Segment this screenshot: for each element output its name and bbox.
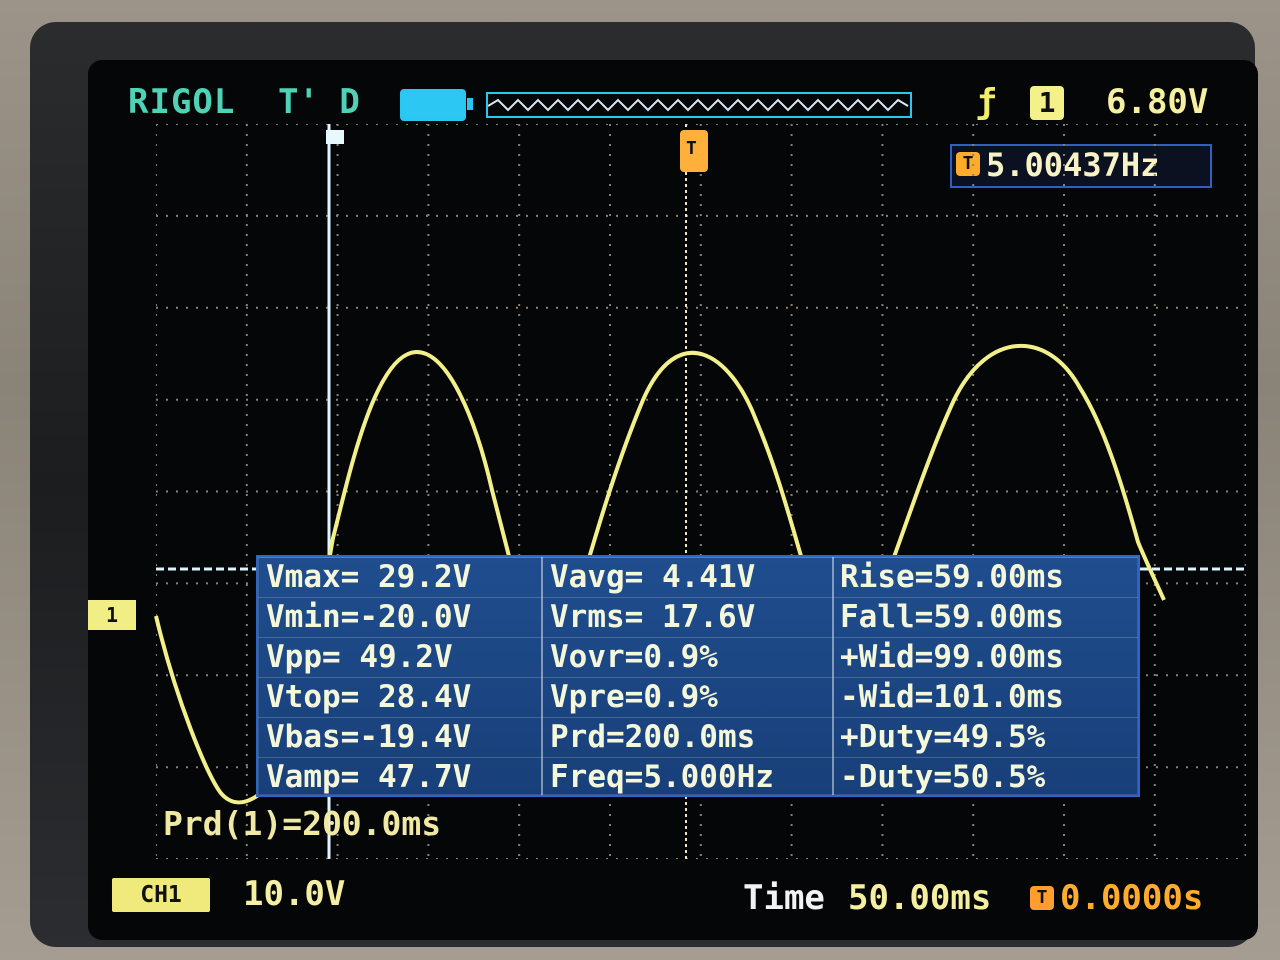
measurement-row: Vpp= 49.2V Vovr=0.9% +Wid=99.00ms <box>258 637 1138 676</box>
measurement-row: Vmax= 29.2V Vavg= 4.41V Rise=59.00ms <box>258 557 1138 596</box>
period-readout: Prd(1)=200.0ms <box>163 804 442 843</box>
measurement-cell: +Duty=49.5% <box>840 719 1046 755</box>
measurement-row: Vmin=-20.0V Vrms= 17.6V Fall=59.00ms <box>258 597 1138 636</box>
measurement-cell: Freq=5.000Hz <box>550 759 774 795</box>
measurement-cell: Vamp= 47.7V <box>266 759 472 795</box>
measurement-cell: Vpre=0.9% <box>550 679 718 715</box>
time-base-label: Time <box>743 878 825 918</box>
measurement-cell: Vrms= 17.6V <box>550 599 756 635</box>
measurement-cell: Vmin=-20.0V <box>266 599 472 635</box>
measurement-cell: Prd=200.0ms <box>550 719 756 755</box>
measurement-cell: Vbas=-19.4V <box>266 719 472 755</box>
volts-per-division: 10.0V <box>243 874 346 914</box>
measurement-cell: Vavg= 4.41V <box>550 559 756 595</box>
measurement-cell: Vtop= 28.4V <box>266 679 472 715</box>
measurement-row: Vtop= 28.4V Vpre=0.9% -Wid=101.0ms <box>258 677 1138 716</box>
cursor-marker <box>326 130 344 144</box>
trigger-position: 0.0000s <box>1060 878 1204 918</box>
measurement-cell: Vpp= 49.2V <box>266 639 453 675</box>
measurement-cell: Vmax= 29.2V <box>266 559 472 595</box>
measurement-cell: -Wid=101.0ms <box>840 679 1064 715</box>
measurement-cell: Fall=59.00ms <box>840 599 1064 635</box>
measurement-cell: Rise=59.00ms <box>840 559 1064 595</box>
measurement-row: Vamp= 47.7V Freq=5.000Hz -Duty=50.5% <box>258 757 1138 796</box>
channel-one-scale-badge: CH1 <box>112 878 210 912</box>
trigger-marker-icon: T <box>680 130 708 172</box>
trigger-marker-icon: T <box>1030 886 1054 910</box>
measurement-panel: Vmax= 29.2V Vavg= 4.41V Rise=59.00ms Vmi… <box>256 555 1140 797</box>
channel-one-icon: 1 <box>88 600 136 630</box>
measurement-cell: -Duty=50.5% <box>840 759 1046 795</box>
measurement-cell: Vovr=0.9% <box>550 639 718 675</box>
oscilloscope-screen: RIGOL T' D ƒ 1 6.80V T 5.00437Hz 1 T Vma… <box>88 60 1258 940</box>
time-base-value: 50.00ms <box>848 878 992 918</box>
measurement-row: Vbas=-19.4V Prd=200.0ms +Duty=49.5% <box>258 717 1138 756</box>
measurement-cell: +Wid=99.00ms <box>840 639 1064 675</box>
oscilloscope-bezel: RIGOL T' D ƒ 1 6.80V T 5.00437Hz 1 T Vma… <box>30 22 1258 947</box>
